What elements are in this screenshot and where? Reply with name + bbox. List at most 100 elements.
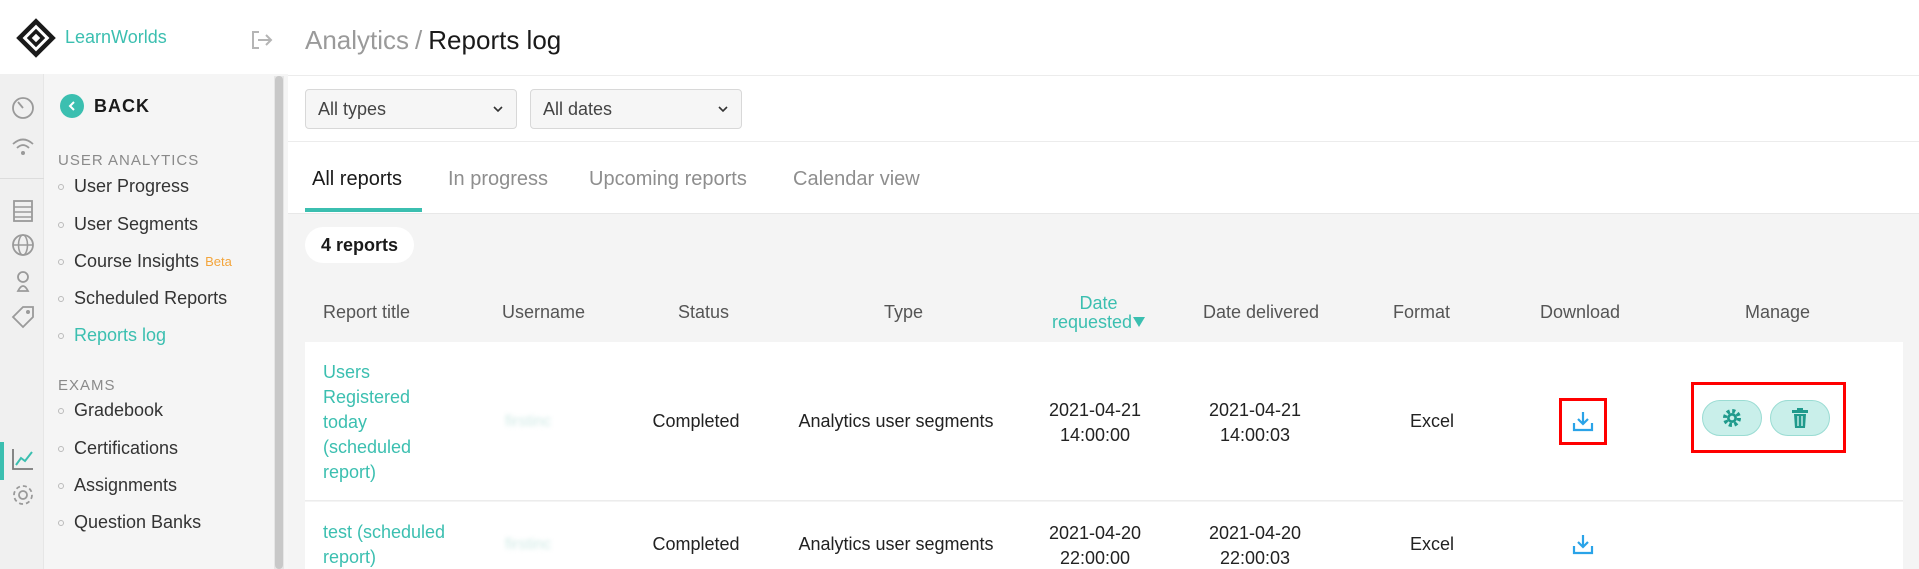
beta-badge: Beta (205, 254, 232, 269)
analytics-menu: BACK USER ANALYTICS User Progress User S… (44, 74, 274, 569)
sidebar-item-label: Scheduled Reports (74, 288, 228, 308)
logo-bar: LearnWorlds (0, 0, 288, 74)
main-content: Analytics / Reports log All types All date… (288, 0, 1919, 569)
date-requested-cell: 2021-04-20 22:00:00 (1035, 521, 1155, 569)
section-title-exams: EXAMS (58, 377, 116, 394)
tab-in-progress[interactable]: In progress (448, 168, 548, 191)
sidebar-item-scheduled-reports[interactable]: Scheduled Reports (58, 288, 227, 309)
rail-divider (0, 178, 44, 179)
tag-icon[interactable] (10, 304, 36, 330)
chevron-down-icon (493, 106, 503, 113)
column-header-date-requested[interactable]: Date requested (1052, 293, 1146, 332)
status-cell: Completed (652, 534, 740, 554)
type-filter-value: All types (318, 98, 387, 119)
icon-rail (0, 74, 44, 569)
date-requested-text: requested (1052, 312, 1133, 332)
wifi-icon[interactable] (10, 134, 36, 160)
breadcrumb-separator: / (415, 25, 423, 55)
report-title-link[interactable]: Users Registered today (scheduled report… (323, 360, 433, 485)
download-button[interactable] (1568, 529, 1598, 559)
chevron-down-icon (718, 106, 728, 113)
analytics-chart-icon[interactable] (10, 446, 36, 472)
learnworlds-logo[interactable] (14, 16, 58, 60)
bullet-icon (58, 258, 64, 265)
sidebar-item-question-banks[interactable]: Question Banks (58, 512, 201, 533)
settings-button[interactable] (1702, 400, 1762, 436)
sidebar-item-gradebook[interactable]: Gradebook (58, 400, 163, 421)
date-filter-select[interactable]: All dates (530, 89, 742, 129)
sidebar-item-label: Certifications (74, 438, 179, 458)
column-header-download: Download (1540, 302, 1621, 322)
table-row: test (scheduled report) firstinc Complet… (305, 502, 1903, 569)
page-header: Analytics / Reports log (288, 0, 1919, 76)
download-icon (1572, 412, 1594, 432)
sidebar-item-certifications[interactable]: Certifications (58, 438, 178, 459)
username-cell: firstinc (505, 413, 552, 430)
filter-bar: All types All dates (288, 76, 1919, 142)
speedometer-icon[interactable] (10, 94, 36, 120)
bullet-icon (58, 332, 64, 339)
document-icon[interactable] (10, 198, 36, 224)
format-cell: Excel (1409, 534, 1454, 554)
tab-all-reports[interactable]: All reports (312, 168, 402, 191)
report-title-link[interactable]: test (scheduled report) (323, 520, 463, 569)
gear-icon[interactable] (10, 482, 36, 508)
column-header-report-title: Report title (323, 302, 411, 322)
rail-active-indicator (0, 442, 4, 480)
download-button[interactable] (1568, 406, 1598, 436)
sidebar-item-user-progress[interactable]: User Progress (58, 176, 189, 197)
sidebar-item-label: Assignments (74, 475, 178, 495)
bullet-icon (58, 295, 64, 302)
date-requested-label-line2: requested (1052, 312, 1146, 332)
sidebar-item-reports-log[interactable]: Reports log (58, 325, 166, 346)
sidebar-scrollbar[interactable] (274, 76, 284, 569)
date-requested-label-line1: Date (1079, 293, 1118, 313)
delete-button[interactable] (1770, 400, 1830, 436)
column-header-type[interactable]: Type (884, 302, 923, 323)
globe-icon[interactable] (10, 232, 36, 258)
sidebar-item-course-insights[interactable]: Course Insights Beta (58, 251, 232, 272)
column-header-date-delivered[interactable]: Date delivered (1203, 302, 1319, 323)
sidebar-item-user-segments[interactable]: User Segments (58, 214, 198, 235)
date-delivered-time: 22:00:03 (1219, 548, 1291, 568)
back-arrow-icon (60, 94, 84, 118)
bullet-icon (58, 407, 64, 414)
sidebar-item-label: Gradebook (74, 400, 164, 420)
bullet-icon (58, 183, 64, 190)
date-requested-date: 2021-04-21 (1048, 400, 1142, 420)
report-tabs: All reports In progress Upcoming reports… (288, 142, 1919, 214)
section-title-user-analytics: USER ANALYTICS (58, 152, 200, 169)
column-header-manage: Manage (1745, 302, 1811, 322)
active-tab-indicator (305, 208, 422, 212)
type-filter-select[interactable]: All types (305, 89, 517, 129)
tab-calendar-view[interactable]: Calendar view (793, 168, 920, 191)
tab-upcoming-reports[interactable]: Upcoming reports (589, 168, 747, 191)
username-cell: firstinc (505, 536, 552, 553)
date-delivered-time: 14:00:03 (1219, 425, 1291, 445)
date-delivered-cell: 2021-04-20 22:00:03 (1195, 521, 1315, 569)
column-header-username[interactable]: Username (502, 302, 585, 323)
column-header-status[interactable]: Status (678, 302, 729, 323)
report-count-badge: 4 reports (305, 227, 415, 263)
sidebar-item-label: Course Insights (74, 251, 200, 271)
breadcrumb-parent[interactable]: Analytics (305, 25, 409, 55)
bullet-icon (58, 482, 64, 489)
date-delivered-date: 2021-04-20 (1208, 523, 1302, 543)
back-button[interactable]: BACK (60, 94, 150, 118)
date-requested-cell: 2021-04-21 14:00:00 (1035, 398, 1155, 448)
logout-icon[interactable] (250, 30, 274, 50)
user-badge-icon[interactable] (10, 268, 36, 294)
date-requested-time: 22:00:00 (1059, 548, 1131, 568)
date-filter-value: All dates (543, 98, 613, 119)
sidebar-item-assignments[interactable]: Assignments (58, 475, 177, 496)
column-header-format[interactable]: Format (1393, 302, 1450, 323)
date-requested-time: 14:00:00 (1059, 425, 1131, 445)
page-title: Reports log (428, 25, 562, 55)
date-requested-date: 2021-04-20 (1048, 523, 1142, 543)
sidebar-item-label: Reports log (74, 325, 167, 345)
status-cell: Completed (652, 411, 740, 431)
scrollbar-thumb[interactable] (275, 76, 283, 569)
bullet-icon (58, 519, 64, 526)
sidebar-item-label: Question Banks (74, 512, 202, 532)
bullet-icon (58, 445, 64, 452)
